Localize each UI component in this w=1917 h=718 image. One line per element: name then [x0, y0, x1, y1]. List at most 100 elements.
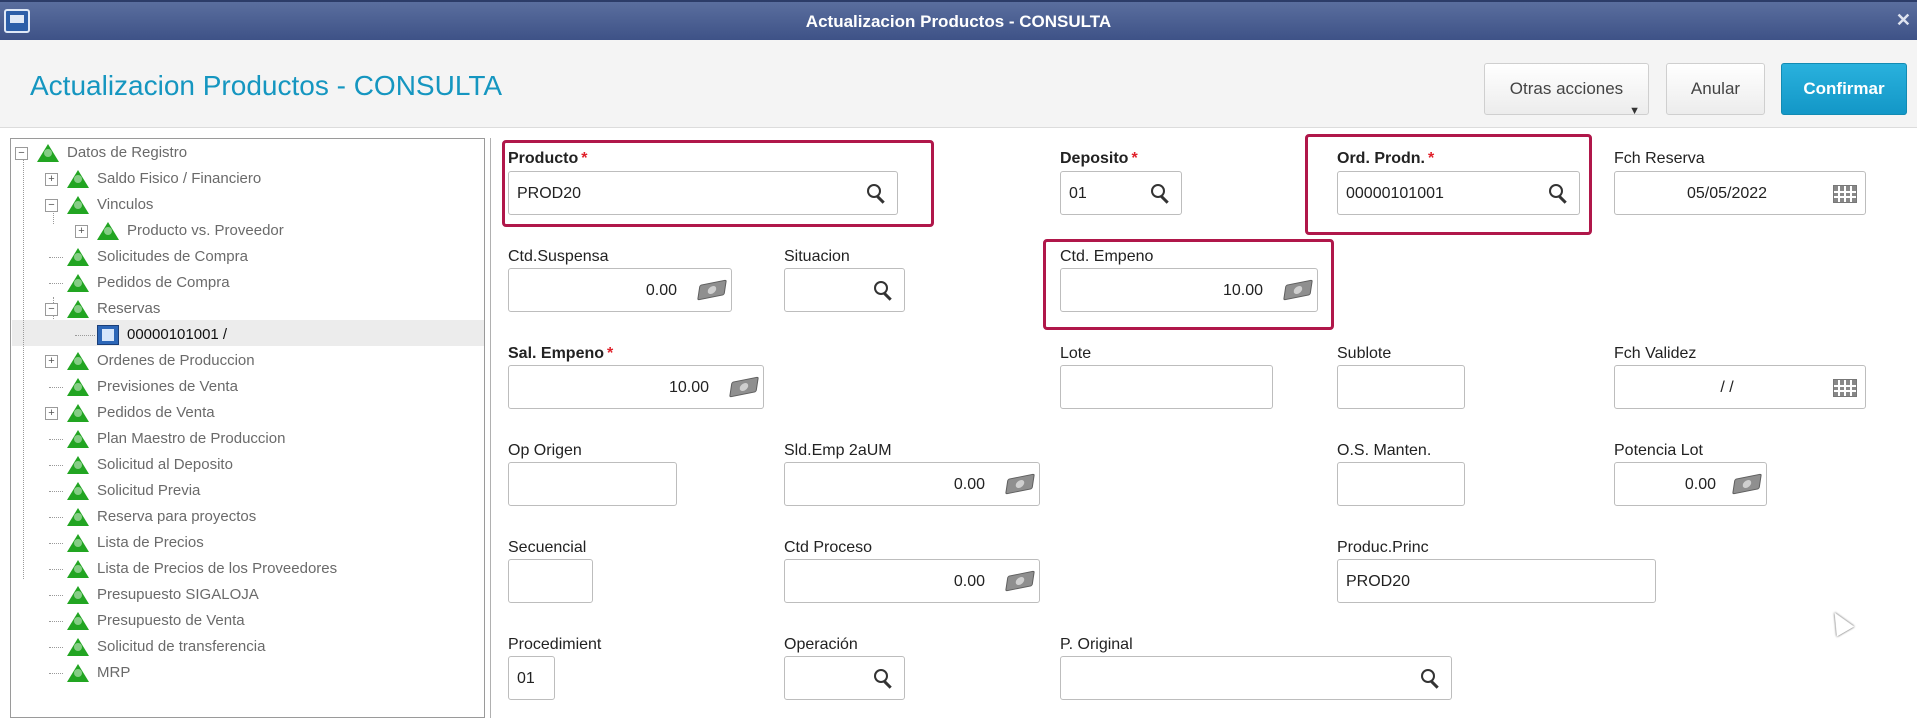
collapse-icon[interactable]: − — [15, 147, 28, 160]
navigation-tree[interactable]: − Datos de Registro + Saldo Fisico / Fin… — [10, 138, 485, 718]
procedimient-field[interactable]: 01 — [508, 656, 555, 700]
tree-item-label: Presupuesto de Venta — [97, 612, 245, 629]
money-icon[interactable] — [1283, 279, 1313, 301]
green-triangle-icon — [67, 196, 89, 214]
ctd-empeno-label: Ctd. Empeno — [1060, 248, 1154, 265]
window-title: Actualizacion Productos - CONSULTA — [805, 12, 1112, 31]
green-triangle-icon — [67, 534, 89, 552]
operacion-label: Operación — [784, 636, 858, 653]
tree-guide-line — [49, 465, 63, 466]
tree-item-label: Previsiones de Venta — [97, 378, 238, 395]
tree-item-label: Reserva para proyectos — [97, 508, 257, 525]
os-manten-label: O.S. Manten. — [1337, 442, 1432, 459]
tree-guide-line — [49, 647, 63, 648]
tree-guide-line — [49, 257, 63, 258]
lote-field[interactable] — [1060, 365, 1273, 409]
ctd-suspensa-field[interactable]: 0.00 — [508, 268, 732, 312]
search-icon[interactable] — [1151, 184, 1169, 202]
money-icon[interactable] — [1005, 473, 1035, 495]
anular-button[interactable]: Anular — [1666, 63, 1765, 115]
sld-emp-2aum-field[interactable]: 0.00 — [784, 462, 1040, 506]
search-icon[interactable] — [867, 184, 885, 202]
sld-emp-2aum-label: Sld.Emp 2aUM — [784, 442, 892, 459]
money-icon[interactable] — [697, 279, 727, 301]
calendar-icon[interactable] — [1833, 185, 1857, 203]
money-icon[interactable] — [1732, 473, 1762, 495]
page-header: Actualizacion Productos - CONSULTA Otras… — [0, 40, 1917, 128]
search-icon[interactable] — [1549, 184, 1567, 202]
search-icon[interactable] — [1421, 669, 1439, 687]
green-triangle-icon — [67, 300, 89, 318]
green-triangle-icon — [67, 430, 89, 448]
collapse-icon[interactable]: − — [45, 199, 58, 212]
ctd-proceso-value: 0.00 — [953, 573, 985, 590]
expand-icon[interactable]: + — [45, 407, 58, 420]
fch-reserva-field[interactable]: 05/05/2022 — [1614, 171, 1866, 215]
tree-item-label: Vinculos — [97, 196, 154, 213]
tree-guide-line — [49, 595, 63, 596]
collapse-icon[interactable]: − — [45, 303, 58, 316]
green-triangle-icon — [67, 404, 89, 422]
produc-princ-field[interactable]: PROD20 — [1337, 559, 1656, 603]
producto-field[interactable]: PROD20 — [508, 171, 898, 215]
ctd-empeno-field[interactable]: 10.00 — [1060, 268, 1318, 312]
tree-item-label: Plan Maestro de Produccion — [97, 430, 286, 447]
tree-item-label: Producto vs. Proveedor — [127, 222, 284, 239]
deposito-value: 01 — [1069, 185, 1087, 202]
ctd-proceso-field[interactable]: 0.00 — [784, 559, 1040, 603]
green-triangle-icon — [67, 586, 89, 604]
close-icon[interactable]: ✕ — [1896, 10, 1911, 31]
green-triangle-icon — [67, 508, 89, 526]
money-icon[interactable] — [1005, 570, 1035, 592]
green-triangle-icon — [67, 482, 89, 500]
otras-acciones-button[interactable]: Otras acciones ▼ — [1484, 63, 1649, 117]
tree-guide-line — [49, 543, 63, 544]
confirmar-button[interactable]: Confirmar — [1781, 63, 1907, 115]
sal-empeno-label: Sal. Empeno * — [508, 345, 614, 362]
money-icon[interactable] — [729, 376, 759, 398]
fch-validez-field[interactable]: / / — [1614, 365, 1866, 409]
os-manten-field[interactable] — [1337, 462, 1465, 506]
tree-guide-line — [49, 673, 63, 674]
secuencial-field[interactable] — [508, 559, 593, 603]
op-origen-field[interactable] — [508, 462, 677, 506]
tree-item-label: Lista de Precios de los Proveedores — [97, 560, 338, 577]
expand-icon[interactable]: + — [75, 225, 88, 238]
tree-item-label: Solicitud Previa — [97, 482, 201, 499]
potencia-lot-value: 0.00 — [1684, 476, 1716, 493]
operacion-field[interactable] — [784, 656, 905, 700]
potencia-lot-label: Potencia Lot — [1614, 442, 1703, 459]
p-original-field[interactable] — [1060, 656, 1452, 700]
search-icon[interactable] — [874, 669, 892, 687]
op-origen-label: Op Origen — [508, 442, 582, 459]
tree-item-label: Solicitud de transferencia — [97, 638, 266, 655]
tree-guide-line — [49, 283, 63, 284]
page-title: Actualizacion Productos - CONSULTA — [30, 70, 503, 101]
tree-guide-line — [49, 439, 63, 440]
deposito-field[interactable]: 01 — [1060, 171, 1182, 215]
calendar-icon[interactable] — [1833, 379, 1857, 397]
produc-princ-label: Produc.Princ — [1337, 539, 1429, 556]
tree-guide-line — [49, 621, 63, 622]
sal-empeno-value: 10.00 — [668, 379, 709, 396]
producto-label: Producto * — [508, 150, 588, 167]
panel-divider[interactable] — [490, 138, 491, 718]
situacion-field[interactable] — [784, 268, 905, 312]
ord-prodn-field[interactable]: 00000101001 — [1337, 171, 1580, 215]
search-icon[interactable] — [874, 281, 892, 299]
tree-guide-line — [49, 491, 63, 492]
green-triangle-icon — [67, 612, 89, 630]
green-triangle-icon — [67, 274, 89, 292]
green-triangle-icon — [67, 560, 89, 578]
sublote-label: Sublote — [1337, 345, 1392, 362]
sal-empeno-field[interactable]: 10.00 — [508, 365, 764, 409]
tree-item-label: Solicitud al Deposito — [97, 456, 233, 473]
window-title-bar: Actualizacion Productos - CONSULTA ✕ — [0, 0, 1917, 40]
potencia-lot-field[interactable]: 0.00 — [1614, 462, 1767, 506]
expand-icon[interactable]: + — [45, 173, 58, 186]
procedimient-value: 01 — [517, 670, 535, 687]
green-triangle-icon — [67, 638, 89, 656]
sublote-field[interactable] — [1337, 365, 1465, 409]
expand-icon[interactable]: + — [45, 355, 58, 368]
fch-reserva-value: 05/05/2022 — [1686, 185, 1768, 202]
